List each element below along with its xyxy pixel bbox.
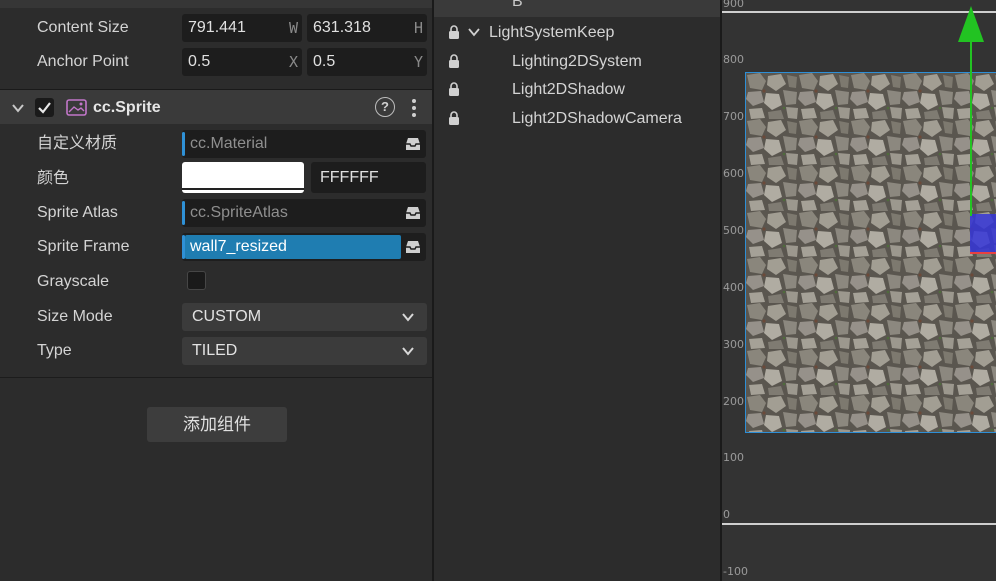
- grayscale-checkbox[interactable]: [187, 271, 206, 290]
- ruler-label: 800: [723, 53, 744, 66]
- tree-node-label: LightSystemKeep: [489, 24, 615, 41]
- anchor-point-label: Anchor Point: [37, 53, 129, 70]
- add-component-button[interactable]: 添加组件: [147, 407, 287, 442]
- size-mode-label: Size Mode: [37, 308, 113, 325]
- tree-node-light2dshadowcamera[interactable]: Light2DShadowCamera: [434, 104, 720, 133]
- field-accent-bar: [182, 132, 185, 156]
- size-mode-value: CUSTOM: [192, 308, 262, 325]
- ruler-label: 600: [723, 167, 744, 180]
- lock-icon[interactable]: [448, 54, 460, 68]
- content-size-row: Content Size 791.441 W 631.318 H: [0, 11, 432, 45]
- x-axis-label: X: [288, 53, 298, 71]
- inspector-top-strip: [0, 0, 432, 8]
- sprite-frame-label: Sprite Frame: [37, 238, 130, 255]
- custom-material-label: 自定义材质: [37, 135, 118, 152]
- grayscale-label: Grayscale: [37, 273, 110, 290]
- chevron-down-icon: [402, 347, 414, 356]
- anchor-point-row: Anchor Point 0.5 X 0.5 Y: [0, 45, 432, 79]
- content-size-width-input[interactable]: 791.441 W: [182, 14, 302, 42]
- tree-node-label: Light2DShadow: [512, 81, 625, 98]
- anchor-x-value: 0.5: [188, 53, 211, 70]
- sprite-atlas-value: cc.SpriteAtlas: [190, 204, 288, 221]
- type-value: TILED: [192, 342, 238, 359]
- sprite-component-header[interactable]: cc.Sprite ?: [0, 89, 432, 124]
- content-size-height-input[interactable]: 631.318 H: [307, 14, 427, 42]
- sprite-frame-field[interactable]: wall7_resized: [182, 233, 426, 261]
- canvas-boundary-top: [722, 11, 996, 13]
- custom-material-field[interactable]: cc.Material: [182, 130, 426, 158]
- anchor-x-input[interactable]: 0.5 X: [182, 48, 302, 76]
- content-size-width-value: 791.441: [188, 19, 246, 36]
- more-options-icon[interactable]: [408, 97, 420, 119]
- ruler-label: 900: [723, 0, 744, 10]
- scene-viewport[interactable]: 900 800 700 600 500 400 300 200 100 0 -1…: [722, 0, 996, 581]
- hierarchy-panel: B LightSystemKeep Lighting2DSystem Light…: [434, 0, 720, 581]
- custom-material-value: cc.Material: [190, 135, 268, 152]
- ruler-label: 700: [723, 110, 744, 123]
- asset-picker-icon[interactable]: [405, 205, 421, 221]
- checkmark-icon: [38, 102, 51, 114]
- move-gizmo-plane-handle[interactable]: [970, 214, 996, 252]
- sprite-atlas-row: Sprite Atlas cc.SpriteAtlas: [0, 196, 432, 230]
- tree-node-lighting2dsystem[interactable]: Lighting2DSystem: [434, 47, 720, 76]
- anchor-y-value: 0.5: [313, 53, 336, 70]
- color-row: 颜色 FFFFFF: [0, 162, 432, 196]
- ruler-label: 400: [723, 281, 744, 294]
- content-size-height-value: 631.318: [313, 19, 371, 36]
- lock-icon[interactable]: [448, 111, 460, 125]
- lock-icon[interactable]: [448, 25, 460, 39]
- move-gizmo-y-arrow-icon[interactable]: [958, 4, 986, 216]
- height-axis-label: H: [413, 19, 423, 37]
- anchor-y-input[interactable]: 0.5 Y: [307, 48, 427, 76]
- hierarchy-selected-row[interactable]: B: [434, 0, 720, 17]
- sprite-component-icon: [66, 99, 87, 116]
- tree-node-label: Light2DShadowCamera: [512, 110, 682, 127]
- asset-picker-icon[interactable]: [405, 239, 421, 255]
- tree-node-light2dshadow[interactable]: Light2DShadow: [434, 75, 720, 104]
- color-swatch[interactable]: [182, 162, 304, 193]
- chevron-down-icon: [402, 313, 414, 322]
- sprite-atlas-label: Sprite Atlas: [37, 204, 118, 221]
- ruler-label: 300: [723, 338, 744, 351]
- alpha-bar: [182, 188, 304, 190]
- tree-node-lightsystemkeep[interactable]: LightSystemKeep: [434, 18, 720, 47]
- field-accent-bar: [182, 201, 185, 225]
- ruler-label: 200: [723, 395, 744, 408]
- grayscale-row: Grayscale: [0, 265, 432, 299]
- expand-caret-icon[interactable]: [468, 27, 480, 37]
- sprite-atlas-field[interactable]: cc.SpriteAtlas: [182, 199, 426, 227]
- type-select[interactable]: TILED: [182, 337, 427, 365]
- section-divider: [0, 377, 432, 378]
- color-hex-input[interactable]: FFFFFF: [311, 162, 426, 193]
- collapse-caret-icon[interactable]: [11, 101, 25, 115]
- ruler-label: 500: [723, 224, 744, 237]
- ruler-label: 100: [723, 451, 744, 464]
- component-title: cc.Sprite: [93, 99, 161, 116]
- content-size-label: Content Size: [37, 19, 129, 36]
- sprite-frame-value: wall7_resized: [190, 238, 287, 255]
- y-axis-label: Y: [413, 53, 423, 71]
- lock-icon[interactable]: [448, 82, 460, 96]
- type-label: Type: [37, 342, 72, 359]
- type-row: Type TILED: [0, 334, 432, 368]
- color-hex-value: FFFFFF: [320, 169, 379, 186]
- canvas-boundary-bottom: [722, 523, 996, 525]
- inspector-panel: Content Size 791.441 W 631.318 H Anchor …: [0, 0, 432, 581]
- ruler-label: 0: [723, 508, 730, 521]
- component-enabled-checkbox[interactable]: [35, 98, 54, 117]
- help-icon[interactable]: ?: [375, 97, 395, 117]
- hierarchy-partial-node: B: [512, 0, 523, 10]
- ruler-label: -100: [723, 565, 748, 578]
- size-mode-row: Size Mode CUSTOM: [0, 300, 432, 334]
- color-label: 颜色: [37, 170, 70, 187]
- move-gizmo-x-axis[interactable]: [970, 252, 996, 254]
- asset-picker-icon[interactable]: [405, 136, 421, 152]
- sprite-frame-row: Sprite Frame wall7_resized: [0, 230, 432, 264]
- width-axis-label: W: [288, 19, 298, 37]
- size-mode-select[interactable]: CUSTOM: [182, 303, 427, 331]
- tree-node-label: Lighting2DSystem: [512, 53, 642, 70]
- custom-material-row: 自定义材质 cc.Material: [0, 127, 432, 161]
